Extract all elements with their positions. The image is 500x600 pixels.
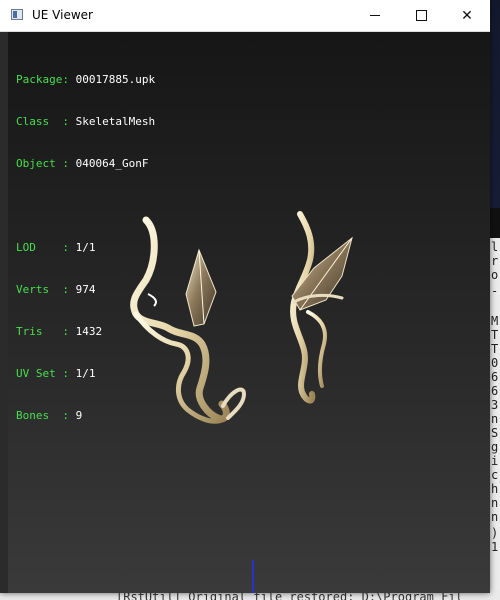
console-char: - (491, 284, 499, 298)
console-char: i (491, 454, 499, 468)
console-char: 6 (491, 384, 499, 398)
ue-viewer-window[interactable]: UE Viewer ✕ Package: 00017885.upk Class … (0, 0, 490, 593)
maximize-button[interactable] (398, 0, 444, 31)
title-bar[interactable]: UE Viewer ✕ (0, 0, 490, 32)
skeletal-mesh-render[interactable] (8, 32, 490, 593)
console-char: n (491, 412, 499, 426)
console-char: n (491, 496, 499, 510)
console-char: l (491, 240, 499, 254)
console-char: r (491, 254, 499, 268)
console-char: h (491, 482, 499, 496)
maximize-icon (415, 10, 427, 21)
console-char: T (491, 342, 499, 356)
console-char: o (491, 268, 499, 282)
console-header (489, 208, 500, 238)
minimize-button[interactable] (352, 0, 398, 31)
console-char: 1 (491, 540, 499, 554)
console-char: n (491, 510, 499, 524)
app-icon (11, 9, 23, 20)
window-title: UE Viewer (32, 8, 93, 22)
console-char: M (491, 314, 499, 328)
console-char: ) (491, 526, 499, 540)
right-horn-ornament (290, 211, 353, 404)
console-char: T (491, 328, 499, 342)
z-axis-gizmo (252, 560, 254, 593)
close-button[interactable]: ✕ (444, 0, 490, 31)
console-char: 6 (491, 370, 499, 384)
3d-viewport[interactable]: Package: 00017885.upk Class : SkeletalMe… (8, 32, 490, 593)
minimize-icon (370, 15, 380, 16)
console-char: S (491, 426, 499, 440)
console-char: 3 (491, 398, 499, 412)
console-char: 0 (491, 356, 499, 370)
console-char: g (491, 440, 499, 454)
close-icon: ✕ (461, 7, 473, 24)
left-horn-ornament (130, 216, 247, 424)
console-char: c (491, 468, 499, 482)
